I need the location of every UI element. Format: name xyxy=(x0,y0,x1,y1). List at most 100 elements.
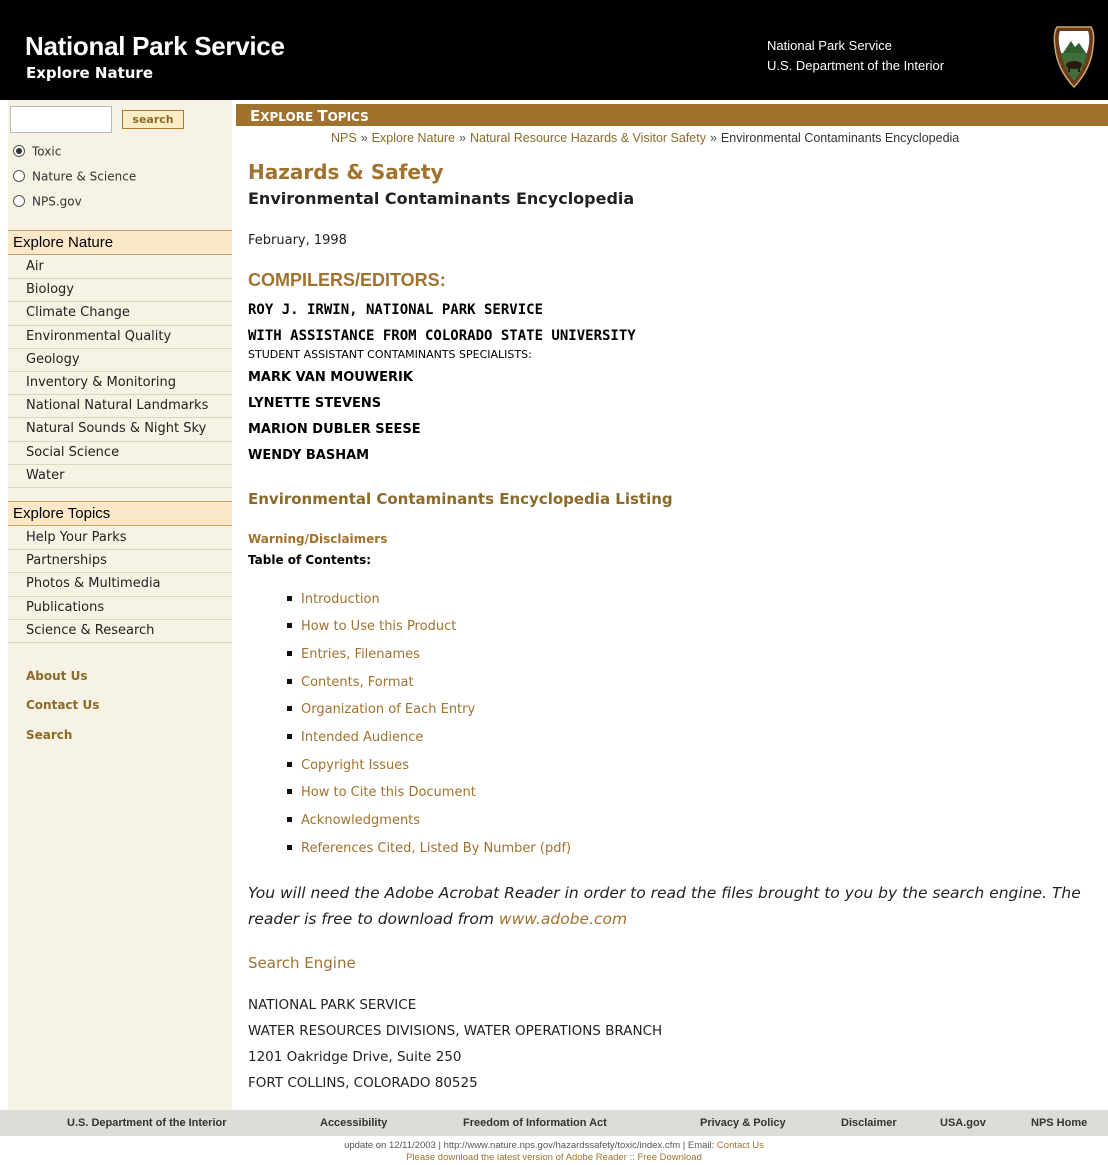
breadcrumb-hazards-safety[interactable]: Natural Resource Hazards & Visitor Safet… xyxy=(470,131,706,145)
publication-date: February, 1998 xyxy=(248,233,347,248)
page-title: Hazards & Safety xyxy=(248,160,444,184)
sidebar-item-inventory-monitoring[interactable]: Inventory & Monitoring xyxy=(8,372,232,396)
toc-item-label[interactable]: Contents, Format xyxy=(301,675,414,690)
nps-arrowhead-logo-icon[interactable] xyxy=(1051,25,1097,89)
footer-link-privacy[interactable]: Privacy & Policy xyxy=(700,1117,786,1129)
explore-nature-heading[interactable]: Explore Nature xyxy=(8,230,232,255)
compiler-name: ROY J. IRWIN, NATIONAL PARK SERVICE xyxy=(248,302,544,318)
sidebar-item-help-your-parks[interactable]: Help Your Parks xyxy=(8,527,232,551)
sidebar-item-natural-sounds-night-sky[interactable]: Natural Sounds & Night Sky xyxy=(8,418,232,442)
student-name: MARK VAN MOUWERIK xyxy=(248,370,413,385)
radio-nature-science[interactable]: Nature & Science xyxy=(13,169,136,187)
toc-item-organization[interactable]: Organization of Each Entry xyxy=(287,702,475,717)
radio-label: NPS.gov xyxy=(32,194,82,209)
radio-label: Toxic xyxy=(32,144,62,159)
address-line: 1201 Oakridge Drive, Suite 250 xyxy=(248,1049,462,1065)
toc-item-contents-format[interactable]: Contents, Format xyxy=(287,675,414,690)
sidebar-item-climate-change[interactable]: Climate Change xyxy=(8,302,232,326)
explore-topics-list: Help Your Parks Partnerships Photos & Mu… xyxy=(8,527,232,643)
sidebar-item-water[interactable]: Water xyxy=(8,465,232,488)
radio-unselected-icon[interactable] xyxy=(13,194,25,207)
toc-item-label[interactable]: Acknowledgments xyxy=(301,813,420,828)
adobe-link[interactable]: www.adobe.com xyxy=(499,910,627,928)
toc-item-label[interactable]: References Cited, Listed By Number (pdf) xyxy=(301,841,571,856)
footer-link-nps-home[interactable]: NPS Home xyxy=(1031,1117,1087,1129)
site-title[interactable]: National Park Service xyxy=(25,31,285,62)
search-input[interactable] xyxy=(10,106,112,133)
toc-item-label[interactable]: Copyright Issues xyxy=(301,758,409,773)
student-name: WENDY BASHAM xyxy=(248,448,370,463)
radio-selected-icon[interactable] xyxy=(13,144,25,157)
breadcrumb-nps[interactable]: NPS xyxy=(331,131,357,145)
radio-unselected-icon[interactable] xyxy=(13,169,25,182)
footer-link-disclaimer[interactable]: Disclaimer xyxy=(841,1117,897,1129)
footer-link-foia[interactable]: Freedom of Information Act xyxy=(463,1117,607,1129)
toc-item-label[interactable]: Introduction xyxy=(301,592,380,607)
radio-toxic[interactable]: Toxic xyxy=(13,144,61,162)
footer-link-usa-gov[interactable]: USA.gov xyxy=(940,1117,986,1129)
radio-label: Nature & Science xyxy=(32,169,137,184)
toc-item-introduction[interactable]: Introduction xyxy=(287,592,380,607)
contact-us-link[interactable]: Contact Us xyxy=(26,698,99,712)
adobe-note: You will need the Adobe Acrobat Reader i… xyxy=(248,880,1098,932)
about-us-link[interactable]: About Us xyxy=(26,669,87,683)
agency-line-doi[interactable]: U.S. Department of the Interior xyxy=(767,58,944,73)
toc-item-how-to-use[interactable]: How to Use this Product xyxy=(287,619,456,634)
footer-link-doi[interactable]: U.S. Department of the Interior xyxy=(67,1117,227,1129)
student-name: LYNETTE STEVENS xyxy=(248,396,382,411)
search-button[interactable]: search xyxy=(122,110,184,129)
toc-item-label[interactable]: How to Cite this Document xyxy=(301,785,476,800)
footer-link-accessibility[interactable]: Accessibility xyxy=(320,1117,387,1129)
sidebar-item-environmental-quality[interactable]: Environmental Quality xyxy=(8,326,232,349)
sidebar-item-photos-multimedia[interactable]: Photos & Multimedia xyxy=(8,573,232,597)
toc-item-how-to-cite[interactable]: How to Cite this Document xyxy=(287,785,476,800)
site-subtitle[interactable]: Explore Nature xyxy=(26,64,153,82)
sidebar-item-air[interactable]: Air xyxy=(8,256,232,280)
breadcrumb-separator: » xyxy=(709,131,717,145)
search-link[interactable]: Search xyxy=(26,728,72,742)
toc-item-label[interactable]: Entries, Filenames xyxy=(301,647,420,662)
listing-title: Environmental Contaminants Encyclopedia … xyxy=(248,490,673,508)
footer-update-text: update on 12/11/2003 | http://www.nature… xyxy=(344,1140,717,1151)
compiler-assistance: WITH ASSISTANCE FROM COLORADO STATE UNIV… xyxy=(248,328,636,344)
toc-item-intended-audience[interactable]: Intended Audience xyxy=(287,730,423,745)
sidebar-item-social-science[interactable]: Social Science xyxy=(8,442,232,465)
toc-item-copyright[interactable]: Copyright Issues xyxy=(287,758,409,773)
agency-line-nps[interactable]: National Park Service xyxy=(767,38,892,53)
topics-bar-rest-2: OPICS xyxy=(327,110,369,124)
adobe-note-text: You will need the Adobe Acrobat Reader i… xyxy=(248,884,1081,928)
site-header: National Park Service Explore Nature Nat… xyxy=(0,0,1108,100)
topics-bar-initial-t: T xyxy=(317,107,328,125)
toc-label: Table of Contents: xyxy=(248,553,372,567)
breadcrumb-current: Environmental Contaminants Encyclopedia xyxy=(720,131,960,145)
bullet-icon xyxy=(287,596,292,601)
toc-item-label[interactable]: Intended Audience xyxy=(301,730,423,745)
toc-item-acknowledgments[interactable]: Acknowledgments xyxy=(287,813,420,828)
explore-topics-heading[interactable]: Explore Topics xyxy=(8,501,232,526)
footer-download-line[interactable]: Please download the latest version of Ad… xyxy=(0,1152,1108,1163)
address-line: FORT COLLINS, COLORADO 80525 xyxy=(248,1075,478,1091)
student-name: MARION DUBLER SEESE xyxy=(248,422,421,437)
toc-item-entries-filenames[interactable]: Entries, Filenames xyxy=(287,647,420,662)
breadcrumb-separator: » xyxy=(459,131,466,145)
compilers-heading: COMPILERS/EDITORS: xyxy=(248,270,446,290)
sidebar-item-partnerships[interactable]: Partnerships xyxy=(8,550,232,574)
sidebar-item-science-research[interactable]: Science & Research xyxy=(8,620,232,643)
sidebar-item-geology[interactable]: Geology xyxy=(8,349,232,372)
bullet-icon xyxy=(287,623,292,628)
radio-nps-gov[interactable]: NPS.gov xyxy=(13,194,82,212)
toc-item-label[interactable]: Organization of Each Entry xyxy=(301,702,475,717)
footer-contact-link[interactable]: Contact Us xyxy=(717,1140,764,1151)
sidebar-item-publications[interactable]: Publications xyxy=(8,597,232,620)
sidebar-item-national-natural-landmarks[interactable]: National Natural Landmarks xyxy=(8,395,232,419)
toc-item-label[interactable]: How to Use this Product xyxy=(301,619,456,634)
bullet-icon xyxy=(287,789,292,794)
breadcrumb: NPS» Explore Nature» Natural Resource Haza… xyxy=(331,131,959,145)
sidebar-item-biology[interactable]: Biology xyxy=(8,279,232,303)
search-engine-link[interactable]: Search Engine xyxy=(248,954,356,972)
toc-item-references[interactable]: References Cited, Listed By Number (pdf) xyxy=(287,841,571,856)
breadcrumb-explore-nature[interactable]: Explore Nature xyxy=(372,131,455,145)
bullet-icon xyxy=(287,762,292,767)
warning-disclaimers-link[interactable]: Warning/Disclaimers xyxy=(248,532,387,546)
bullet-icon xyxy=(287,679,292,684)
